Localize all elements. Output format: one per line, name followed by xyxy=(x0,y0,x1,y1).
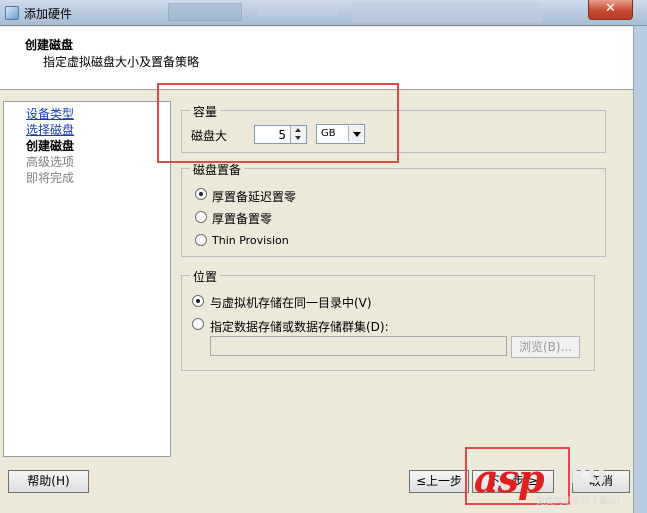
background-window-tab xyxy=(168,3,242,21)
provisioning-legend: 磁盘置备 xyxy=(190,161,245,178)
same-directory-label[interactable]: 与虚拟机存储在同一目录中(V) xyxy=(210,294,372,311)
step-create-disk: 创建磁盘 xyxy=(26,139,75,153)
background-window-text xyxy=(258,6,338,16)
specify-datastore-radio[interactable] xyxy=(192,318,204,330)
location-legend: 位置 xyxy=(190,268,221,285)
next-button[interactable]: 下一步 ≥ xyxy=(472,470,554,493)
capacity-legend: 容量 xyxy=(190,103,221,120)
disk-unit-select[interactable]: GB xyxy=(316,124,365,144)
title-bar: 添加硬件 ✕ xyxy=(0,0,647,26)
disk-size-stepper[interactable]: 5 xyxy=(254,125,307,144)
disk-size-spin-buttons[interactable] xyxy=(290,126,306,143)
back-button[interactable]: ≤上一步 xyxy=(409,470,469,493)
background-window-bar xyxy=(352,2,542,22)
chevron-down-icon xyxy=(353,132,361,137)
thin-provision-radio[interactable] xyxy=(195,234,207,246)
step-ready-to-complete: 即将完成 xyxy=(26,171,75,185)
specify-datastore-label[interactable]: 指定数据存储或数据存储群集(D): xyxy=(210,318,389,335)
spin-down-icon[interactable] xyxy=(295,136,301,140)
thin-provision-label[interactable]: Thin Provision xyxy=(212,234,289,247)
step-advanced-options: 高级选项 xyxy=(26,155,75,169)
step-select-disk[interactable]: 选择磁盘 xyxy=(26,121,74,138)
disk-unit-value: GB xyxy=(321,128,336,139)
thick-eager-zeroed-radio[interactable] xyxy=(195,211,207,223)
disk-size-label: 磁盘大 xyxy=(191,129,228,143)
thick-eager-zeroed-label[interactable]: 厚置备置零 xyxy=(212,210,272,227)
help-button[interactable]: 帮助(H) xyxy=(8,470,89,493)
watermark-tagline: 免费网站源码下载站! xyxy=(536,497,621,507)
cancel-button[interactable]: 取消 xyxy=(572,470,630,493)
browse-button: 浏览(B)... xyxy=(511,336,580,358)
disk-size-value: 5 xyxy=(278,128,286,142)
background-window-edge xyxy=(633,26,647,513)
wizard-steps: 设备类型 选择磁盘 创建磁盘 高级选项 即将完成 xyxy=(3,101,171,457)
capacity-group: 容量 xyxy=(181,103,606,153)
page-subtitle: 指定虚拟磁盘大小及置备策略 xyxy=(43,55,200,69)
page-title: 创建磁盘 xyxy=(25,38,74,52)
window-title: 添加硬件 xyxy=(24,7,73,21)
wizard-header: 创建磁盘 指定虚拟磁盘大小及置备策略 xyxy=(0,27,633,90)
thick-lazy-zeroed-label[interactable]: 厚置备延迟置零 xyxy=(212,188,296,205)
thick-lazy-zeroed-radio[interactable] xyxy=(195,188,207,200)
close-button[interactable]: ✕ xyxy=(588,0,633,20)
unit-dropdown-button[interactable] xyxy=(348,126,363,142)
same-directory-radio[interactable] xyxy=(192,295,204,307)
spin-up-icon[interactable] xyxy=(295,128,301,132)
datastore-path-input xyxy=(210,336,507,356)
app-icon xyxy=(5,6,19,20)
step-device-type[interactable]: 设备类型 xyxy=(26,105,74,122)
